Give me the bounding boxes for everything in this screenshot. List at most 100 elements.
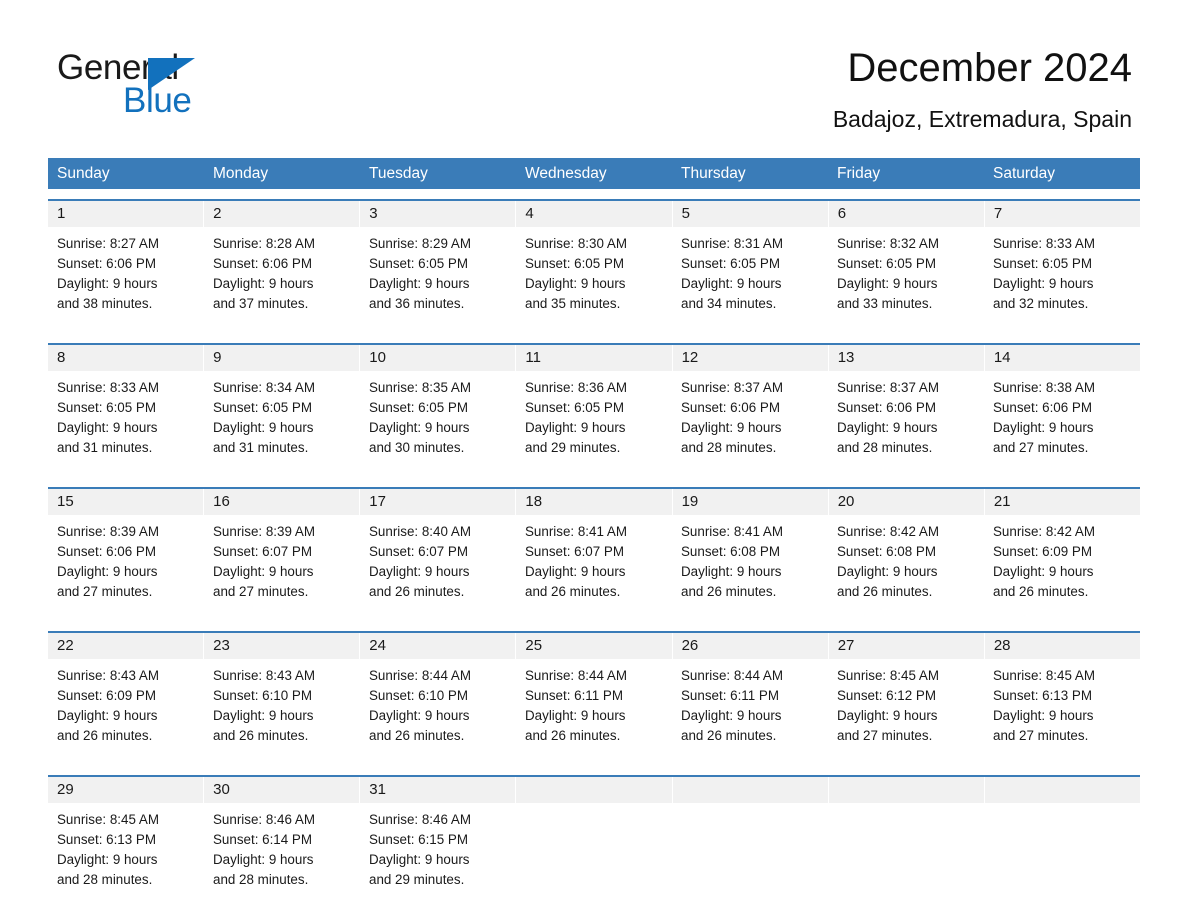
day-number[interactable]: 27 <box>829 633 985 659</box>
general-blue-logo: General Blue <box>57 48 227 120</box>
day-number[interactable]: 11 <box>516 345 673 371</box>
day-number[interactable]: 9 <box>204 345 361 371</box>
sunrise-text: Sunrise: 8:45 AM <box>57 812 159 827</box>
day-cell[interactable]: Sunrise: 8:43 AM Sunset: 6:10 PM Dayligh… <box>204 659 360 765</box>
day-cell[interactable]: Sunrise: 8:37 AM Sunset: 6:06 PM Dayligh… <box>672 371 828 477</box>
daylight-line-2: and 26 minutes. <box>369 728 465 743</box>
sunrise-text: Sunrise: 8:32 AM <box>837 236 939 251</box>
sunrise-text: Sunrise: 8:45 AM <box>837 668 939 683</box>
day-number[interactable]: 18 <box>516 489 673 515</box>
day-cell[interactable]: Sunrise: 8:37 AM Sunset: 6:06 PM Dayligh… <box>828 371 984 477</box>
day-cell[interactable]: Sunrise: 8:43 AM Sunset: 6:09 PM Dayligh… <box>48 659 204 765</box>
day-cell[interactable]: Sunrise: 8:44 AM Sunset: 6:11 PM Dayligh… <box>672 659 828 765</box>
daylight-line-1: Daylight: 9 hours <box>993 420 1094 435</box>
week-row: 22 23 24 25 26 27 28 Sunrise: 8:43 AM Su… <box>48 631 1140 765</box>
sunset-text: Sunset: 6:07 PM <box>525 544 624 559</box>
day-cell-empty <box>672 803 828 909</box>
day-cell[interactable]: Sunrise: 8:45 AM Sunset: 6:12 PM Dayligh… <box>828 659 984 765</box>
day-cell[interactable]: Sunrise: 8:39 AM Sunset: 6:06 PM Dayligh… <box>48 515 204 621</box>
day-detail-row: Sunrise: 8:27 AM Sunset: 6:06 PM Dayligh… <box>48 227 1140 333</box>
day-cell[interactable]: Sunrise: 8:27 AM Sunset: 6:06 PM Dayligh… <box>48 227 204 333</box>
page-header: General Blue December 2024 Badajoz, Extr… <box>0 0 1188 132</box>
sunrise-text: Sunrise: 8:44 AM <box>525 668 627 683</box>
day-cell[interactable]: Sunrise: 8:33 AM Sunset: 6:05 PM Dayligh… <box>48 371 204 477</box>
daylight-line-2: and 30 minutes. <box>369 440 465 455</box>
day-cell[interactable]: Sunrise: 8:36 AM Sunset: 6:05 PM Dayligh… <box>516 371 672 477</box>
day-number[interactable]: 7 <box>985 201 1140 227</box>
sunrise-text: Sunrise: 8:39 AM <box>57 524 159 539</box>
sunrise-text: Sunrise: 8:42 AM <box>993 524 1095 539</box>
day-cell-empty <box>516 803 672 909</box>
day-cell[interactable]: Sunrise: 8:29 AM Sunset: 6:05 PM Dayligh… <box>360 227 516 333</box>
day-number[interactable]: 30 <box>204 777 361 803</box>
day-number-band: 29 30 31 <box>48 777 1140 803</box>
weekday-header-saturday: Saturday <box>993 165 1056 182</box>
day-number[interactable]: 1 <box>48 201 205 227</box>
daylight-line-1: Daylight: 9 hours <box>213 564 314 579</box>
day-number[interactable]: 23 <box>204 633 361 659</box>
day-number[interactable]: 12 <box>673 345 829 371</box>
day-cell[interactable]: Sunrise: 8:31 AM Sunset: 6:05 PM Dayligh… <box>672 227 828 333</box>
day-cell[interactable]: Sunrise: 8:45 AM Sunset: 6:13 PM Dayligh… <box>48 803 204 909</box>
day-number[interactable]: 28 <box>985 633 1140 659</box>
day-number[interactable]: 6 <box>829 201 985 227</box>
day-number[interactable]: 4 <box>516 201 673 227</box>
day-cell[interactable]: Sunrise: 8:42 AM Sunset: 6:08 PM Dayligh… <box>828 515 984 621</box>
day-number[interactable]: 29 <box>48 777 205 803</box>
day-cell[interactable]: Sunrise: 8:30 AM Sunset: 6:05 PM Dayligh… <box>516 227 672 333</box>
day-cell[interactable]: Sunrise: 8:33 AM Sunset: 6:05 PM Dayligh… <box>984 227 1140 333</box>
day-number[interactable]: 17 <box>360 489 517 515</box>
day-cell[interactable]: Sunrise: 8:42 AM Sunset: 6:09 PM Dayligh… <box>984 515 1140 621</box>
day-number[interactable]: 26 <box>673 633 829 659</box>
day-number[interactable]: 2 <box>204 201 361 227</box>
sunrise-text: Sunrise: 8:31 AM <box>681 236 783 251</box>
day-number[interactable]: 3 <box>360 201 517 227</box>
day-number[interactable]: 15 <box>48 489 205 515</box>
sunrise-text: Sunrise: 8:44 AM <box>681 668 783 683</box>
sunset-text: Sunset: 6:05 PM <box>213 400 312 415</box>
day-number[interactable]: 19 <box>673 489 829 515</box>
day-cell[interactable]: Sunrise: 8:35 AM Sunset: 6:05 PM Dayligh… <box>360 371 516 477</box>
calendar-table: Sunday Monday Tuesday Wednesday Thursday… <box>48 158 1140 909</box>
day-number[interactable]: 31 <box>360 777 517 803</box>
day-number[interactable]: 22 <box>48 633 205 659</box>
daylight-line-2: and 26 minutes. <box>525 584 621 599</box>
daylight-line-1: Daylight: 9 hours <box>525 708 626 723</box>
daylight-line-2: and 37 minutes. <box>213 296 309 311</box>
day-number[interactable]: 20 <box>829 489 985 515</box>
day-number[interactable]: 14 <box>985 345 1140 371</box>
day-cell[interactable]: Sunrise: 8:46 AM Sunset: 6:15 PM Dayligh… <box>360 803 516 909</box>
weekday-header-friday: Friday <box>837 165 881 182</box>
day-cell[interactable]: Sunrise: 8:34 AM Sunset: 6:05 PM Dayligh… <box>204 371 360 477</box>
day-number[interactable]: 21 <box>985 489 1140 515</box>
logo-text-blue: Blue <box>123 81 192 120</box>
sunrise-text: Sunrise: 8:37 AM <box>681 380 783 395</box>
day-cell[interactable]: Sunrise: 8:40 AM Sunset: 6:07 PM Dayligh… <box>360 515 516 621</box>
day-number[interactable]: 24 <box>360 633 517 659</box>
day-number[interactable]: 25 <box>516 633 673 659</box>
day-cell[interactable]: Sunrise: 8:28 AM Sunset: 6:06 PM Dayligh… <box>204 227 360 333</box>
daylight-line-1: Daylight: 9 hours <box>525 420 626 435</box>
day-cell[interactable]: Sunrise: 8:44 AM Sunset: 6:11 PM Dayligh… <box>516 659 672 765</box>
daylight-line-2: and 38 minutes. <box>57 296 153 311</box>
day-cell[interactable]: Sunrise: 8:39 AM Sunset: 6:07 PM Dayligh… <box>204 515 360 621</box>
day-cell[interactable]: Sunrise: 8:45 AM Sunset: 6:13 PM Dayligh… <box>984 659 1140 765</box>
day-number[interactable]: 13 <box>829 345 985 371</box>
day-cell[interactable]: Sunrise: 8:41 AM Sunset: 6:08 PM Dayligh… <box>672 515 828 621</box>
day-cell[interactable]: Sunrise: 8:44 AM Sunset: 6:10 PM Dayligh… <box>360 659 516 765</box>
sunrise-text: Sunrise: 8:28 AM <box>213 236 315 251</box>
day-number[interactable]: 8 <box>48 345 205 371</box>
day-cell[interactable]: Sunrise: 8:32 AM Sunset: 6:05 PM Dayligh… <box>828 227 984 333</box>
day-number[interactable]: 16 <box>204 489 361 515</box>
weekday-header-row: Sunday Monday Tuesday Wednesday Thursday… <box>48 158 1140 189</box>
daylight-line-1: Daylight: 9 hours <box>837 564 938 579</box>
sunset-text: Sunset: 6:08 PM <box>837 544 936 559</box>
daylight-line-2: and 28 minutes. <box>681 440 777 455</box>
day-cell[interactable]: Sunrise: 8:41 AM Sunset: 6:07 PM Dayligh… <box>516 515 672 621</box>
day-number[interactable]: 5 <box>673 201 829 227</box>
day-cell[interactable]: Sunrise: 8:38 AM Sunset: 6:06 PM Dayligh… <box>984 371 1140 477</box>
day-number[interactable]: 10 <box>360 345 517 371</box>
daylight-line-2: and 26 minutes. <box>213 728 309 743</box>
day-cell[interactable]: Sunrise: 8:46 AM Sunset: 6:14 PM Dayligh… <box>204 803 360 909</box>
sunset-text: Sunset: 6:05 PM <box>57 400 156 415</box>
